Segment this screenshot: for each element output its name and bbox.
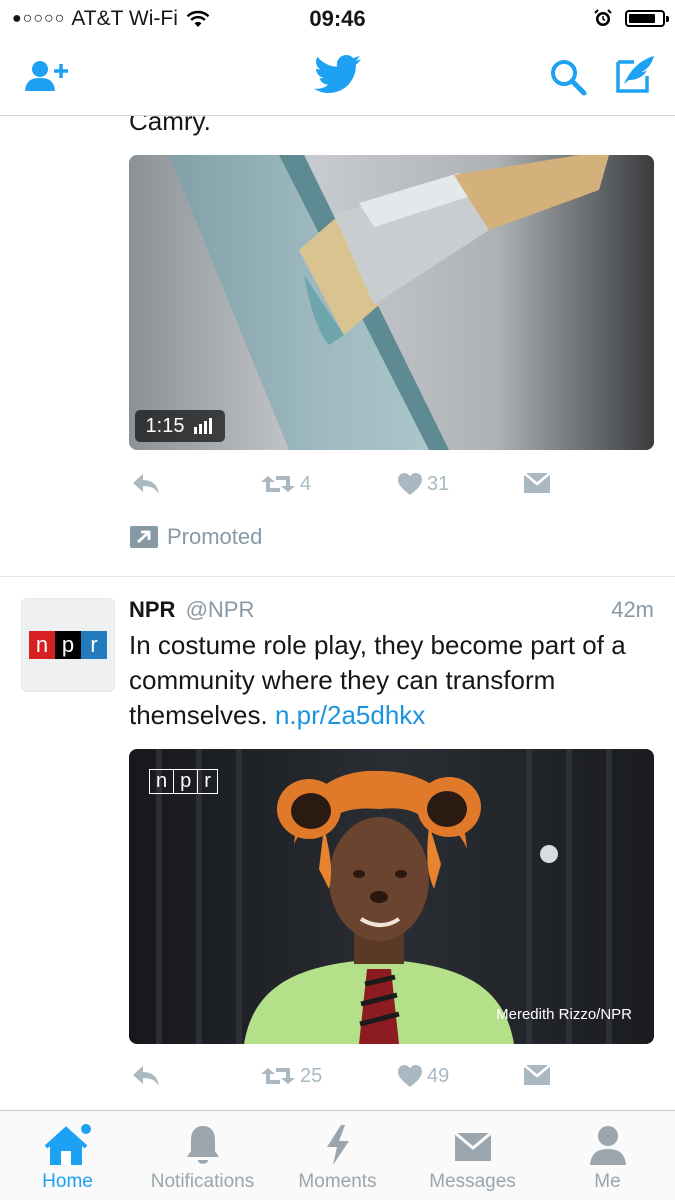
status-right	[593, 8, 669, 28]
npr-logo-r: r	[81, 631, 107, 659]
direct-message-button[interactable]	[523, 1064, 551, 1086]
retweet-icon	[261, 476, 295, 492]
video-duration-badge: 1:15	[135, 410, 225, 442]
tab-home-label: Home	[42, 1171, 93, 1192]
person-icon	[589, 1126, 626, 1165]
home-icon	[44, 1124, 91, 1165]
paintbrush-video-thumbnail	[129, 155, 654, 450]
battery-icon	[625, 9, 669, 27]
clock: 09:46	[309, 6, 366, 31]
retweet-icon	[261, 1068, 295, 1084]
search-icon[interactable]	[549, 58, 587, 101]
tab-messages-label: Messages	[429, 1171, 516, 1192]
tweet-body: In costume role play, they become part o…	[129, 628, 639, 733]
heart-icon	[398, 473, 422, 495]
photo-credit: Meredith Rizzo/NPR	[496, 1006, 632, 1023]
status-bar: ●○○○○ AT&T Wi-Fi 09:46	[0, 0, 675, 38]
alarm-icon	[593, 8, 613, 28]
retweet-count: 4	[300, 472, 312, 495]
prev-tweet-video[interactable]: 1:15	[129, 155, 654, 450]
watermark-r: r	[204, 770, 211, 792]
like-count: 31	[427, 472, 450, 495]
twitter-bird-icon	[314, 54, 362, 101]
envelope-icon	[453, 1131, 492, 1161]
direct-message-button[interactable]	[523, 472, 551, 494]
tab-moments[interactable]: Moments	[270, 1111, 405, 1201]
video-duration: 1:15	[145, 414, 185, 437]
npr-avatar[interactable]: n p r	[21, 598, 115, 692]
volume-bars-icon	[194, 418, 214, 434]
npr-watermark: n p r	[149, 769, 218, 794]
timeline-feed[interactable]: Camry. 1:15 4 31 Promoted n p r NPR @NPR…	[0, 116, 675, 1110]
bottom-tab-bar: Home Notifications Moments Messages Me	[0, 1110, 675, 1200]
prev-tweet-actions: 4 31	[129, 472, 654, 512]
tweet-divider	[0, 576, 675, 577]
envelope-icon	[523, 1064, 551, 1085]
like-button[interactable]: 31	[397, 472, 449, 496]
retweet-button[interactable]: 4	[260, 472, 311, 496]
tweet-image[interactable]: n p r Meredith Rizzo/NPR	[129, 749, 654, 1044]
reply-button[interactable]	[131, 1064, 161, 1088]
watermark-n: n	[150, 770, 175, 793]
watermark-p: p	[174, 770, 199, 793]
like-button[interactable]: 49	[397, 1064, 449, 1088]
retweet-count: 25	[300, 1064, 323, 1087]
retweet-button[interactable]: 25	[260, 1064, 322, 1088]
tweet-timestamp: 42m	[611, 597, 654, 622]
reply-icon	[133, 1066, 159, 1086]
tab-notifications-label: Notifications	[150, 1171, 255, 1192]
reply-button[interactable]	[131, 472, 161, 496]
tab-messages[interactable]: Messages	[405, 1111, 540, 1201]
author-name[interactable]: NPR	[129, 597, 175, 622]
prev-tweet-text: Camry.	[129, 116, 211, 136]
tweet-link[interactable]: n.pr/2a5dhkx	[275, 700, 425, 730]
promoted-arrow-icon	[130, 526, 158, 548]
heart-icon	[398, 1065, 422, 1087]
lightning-icon	[326, 1125, 349, 1165]
tab-me[interactable]: Me	[540, 1111, 675, 1201]
top-nav-bar	[0, 38, 675, 116]
tab-notifications[interactable]: Notifications	[135, 1111, 270, 1201]
reply-icon	[133, 474, 159, 494]
tab-me-label: Me	[594, 1171, 621, 1192]
promoted-text: Promoted	[167, 524, 263, 549]
bell-icon	[186, 1126, 219, 1164]
tweet-actions: 25 49	[129, 1064, 654, 1104]
npr-logo-p: p	[55, 631, 81, 659]
tweet-header: NPR @NPR 42m	[129, 597, 654, 623]
npr-logo-n: n	[29, 631, 55, 659]
envelope-icon	[523, 472, 551, 493]
promoted-label[interactable]: Promoted	[129, 524, 262, 550]
add-user-icon[interactable]	[24, 58, 70, 99]
tab-home[interactable]: Home	[0, 1111, 135, 1201]
tab-moments-label: Moments	[298, 1171, 377, 1192]
author-handle[interactable]: @NPR	[186, 597, 255, 622]
like-count: 49	[427, 1064, 450, 1087]
compose-tweet-icon[interactable]	[614, 54, 656, 101]
npr-logo: n p r	[29, 631, 107, 659]
